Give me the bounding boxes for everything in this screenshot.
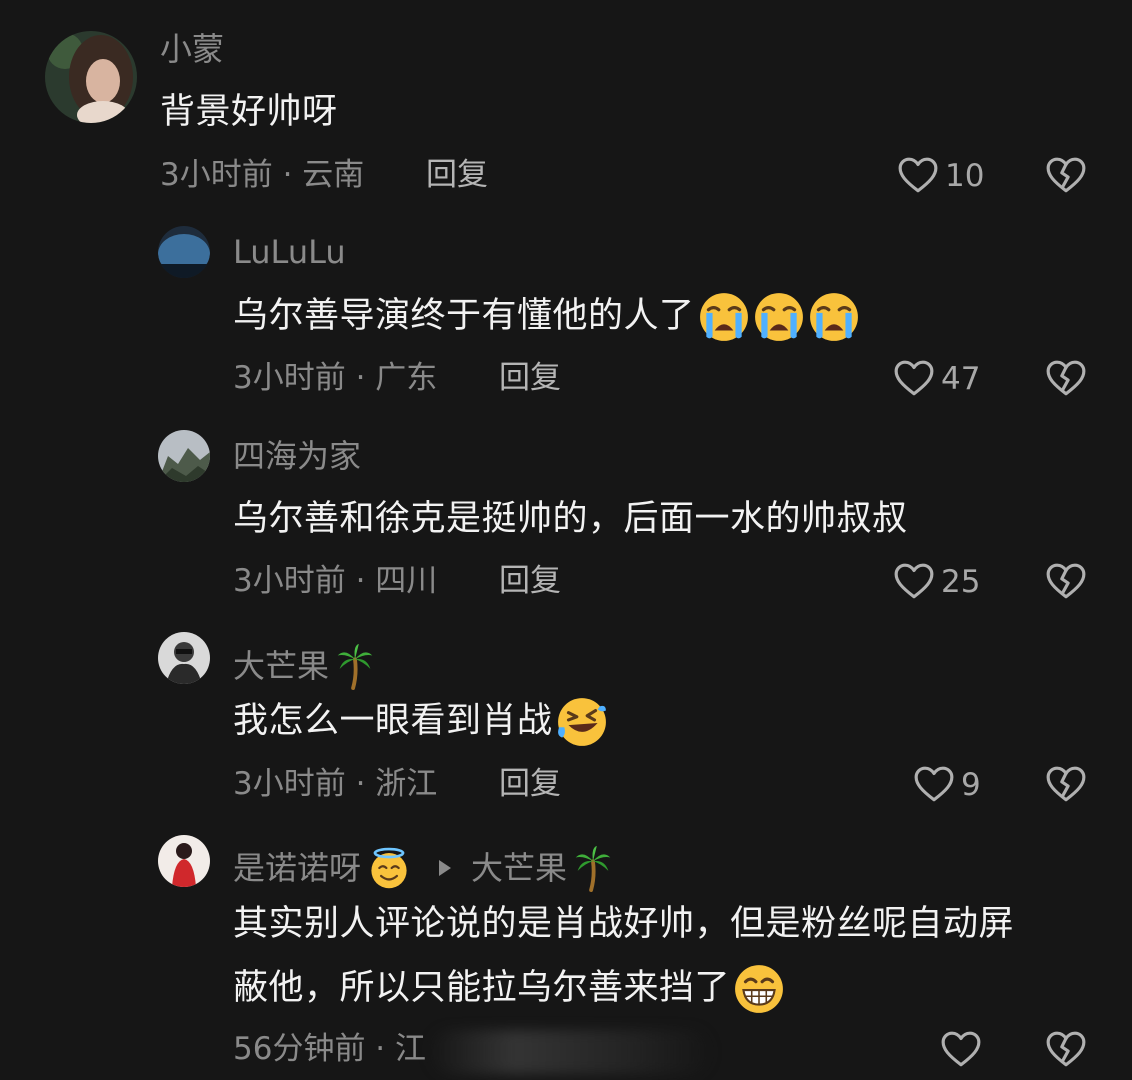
- like-button[interactable]: 25: [893, 561, 980, 603]
- username[interactable]: 大芒果: [233, 642, 375, 690]
- heart-outline-icon: [893, 561, 935, 603]
- comment-meta: 3小时前 · 广东: [233, 360, 438, 396]
- grinning-face-icon: [733, 963, 785, 1015]
- comment-text: 乌尔善和徐克是挺帅的，后面一水的帅叔叔: [233, 499, 908, 539]
- avatar[interactable]: [158, 632, 210, 684]
- reply-to-username[interactable]: 大芒果: [471, 852, 567, 884]
- like-count: 10: [945, 157, 985, 194]
- smiling-face-with-halo-icon: [367, 846, 411, 890]
- reply-button[interactable]: 回复: [499, 566, 561, 597]
- comment-meta: 56分钟前 · 江: [233, 1031, 427, 1067]
- avatar[interactable]: [158, 430, 210, 482]
- like-button[interactable]: [940, 1029, 982, 1071]
- username[interactable]: 小蒙: [160, 33, 224, 65]
- reply-button[interactable]: 回复: [499, 769, 561, 800]
- like-button[interactable]: 10: [897, 155, 984, 197]
- like-count: 25: [941, 563, 981, 600]
- heart-outline-icon: [893, 358, 935, 400]
- username[interactable]: 四海为家: [233, 440, 361, 472]
- loudly-crying-face-icon: [753, 291, 805, 343]
- heart-outline-icon: [940, 1029, 982, 1071]
- avatar[interactable]: [45, 31, 137, 123]
- comment-text: 其实别人评论说的是肖战好帅，但是粉丝呢自动屏 蔽他，所以只能拉乌尔善来挡了: [233, 892, 1014, 1020]
- comment-meta: 3小时前 · 云南: [160, 157, 365, 193]
- comment-text-line: 蔽他，所以只能拉乌尔善来挡了: [233, 956, 1014, 1020]
- username[interactable]: LuLuLu: [233, 236, 346, 268]
- loudly-crying-face-icon: [698, 291, 750, 343]
- broken-heart-icon[interactable]: [1045, 1029, 1087, 1071]
- like-count: 9: [961, 766, 981, 803]
- like-button[interactable]: 9: [913, 764, 981, 806]
- comment-text: 我怎么一眼看到肖战: [233, 689, 608, 753]
- heart-outline-icon: [913, 764, 955, 806]
- comment-text: 背景好帅呀: [160, 92, 338, 132]
- reply-to-arrow-icon: [439, 860, 452, 876]
- username[interactable]: 是诺诺呀 大芒果: [233, 844, 613, 892]
- broken-heart-icon[interactable]: [1045, 764, 1087, 806]
- comment-meta: 3小时前 · 浙江: [233, 766, 438, 802]
- avatar[interactable]: [158, 835, 210, 887]
- broken-heart-icon[interactable]: [1045, 155, 1087, 197]
- broken-heart-icon[interactable]: [1045, 561, 1087, 603]
- comment-text: 乌尔善导演终于有懂他的人了: [233, 284, 860, 348]
- blurred-region: [430, 1030, 710, 1074]
- reply-button[interactable]: 回复: [426, 160, 488, 191]
- like-count: 47: [941, 360, 981, 397]
- loudly-crying-face-icon: [808, 291, 860, 343]
- palm-tree-icon: [573, 844, 613, 892]
- reply-button[interactable]: 回复: [499, 363, 561, 394]
- heart-outline-icon: [897, 155, 939, 197]
- like-button[interactable]: 47: [893, 358, 980, 400]
- comment-meta: 3小时前 · 四川: [233, 563, 438, 599]
- broken-heart-icon[interactable]: [1045, 358, 1087, 400]
- rolling-on-floor-laughing-icon: [556, 696, 608, 748]
- avatar[interactable]: [158, 226, 210, 278]
- palm-tree-icon: [335, 642, 375, 690]
- comment-text-line: 其实别人评论说的是肖战好帅，但是粉丝呢自动屏: [233, 904, 1015, 944]
